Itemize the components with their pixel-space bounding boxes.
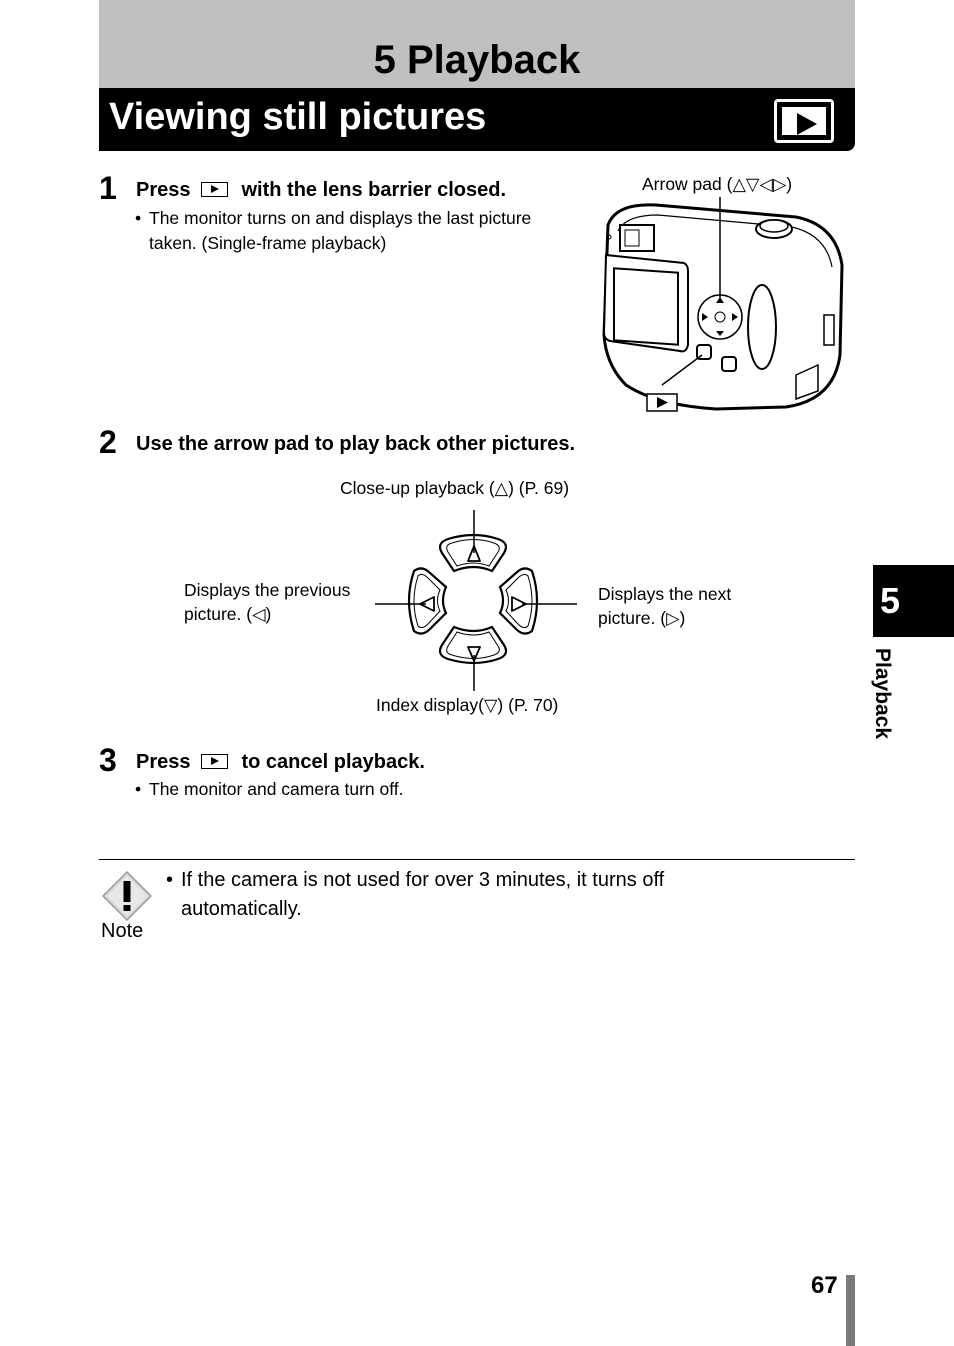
step-3-bullet: • The monitor and camera turn off.	[135, 779, 404, 799]
playback-button-icon	[200, 754, 228, 769]
note-label: Note	[101, 920, 144, 942]
right-label-line1: Displays the next	[598, 584, 732, 604]
step-3-text-after: to cancel playback.	[241, 751, 425, 773]
step-1-bullet: • The monitor turns on and displays the l…	[135, 206, 531, 256]
step-1-text-after: with the lens barrier closed.	[241, 179, 507, 201]
arrow-pad-up-button	[438, 533, 508, 573]
step-1-bullet-line1: The monitor turns on and displays the la…	[149, 208, 532, 228]
page-edge-bar	[846, 1275, 855, 1346]
section-title: Viewing still pictures	[109, 96, 487, 138]
page-number: 67	[811, 1272, 838, 1299]
down-button-label: Index display(▽) (P. 70)	[376, 695, 559, 715]
side-tab-number: 5	[880, 580, 901, 621]
left-button-label: Displays the previous picture. (◁)	[184, 578, 350, 626]
note-divider	[99, 859, 855, 860]
step-2-instruction: Use the arrow pad to play back other pic…	[136, 433, 576, 455]
step-2-number: 2	[99, 424, 117, 460]
chapter-title: 5 Playback	[373, 38, 581, 82]
right-button-label: Displays the next picture. (▷)	[598, 582, 731, 630]
step-1-number: 1	[99, 170, 117, 206]
step-1-bullet-line2: taken. (Single-frame playback)	[149, 233, 387, 253]
arrow-pad-down-button	[438, 625, 508, 665]
step-1-text-before: Press	[136, 179, 191, 201]
step-3-bullet-line1: The monitor and camera turn off.	[149, 779, 404, 799]
right-label-line2: picture. (▷)	[598, 608, 686, 628]
note-bullet: •	[166, 869, 174, 891]
playback-icon	[774, 99, 834, 143]
warning-icon	[101, 870, 153, 922]
step-3-instruction: Press to cancel playback.	[136, 751, 425, 774]
camera-illustration	[602, 197, 844, 412]
up-button-label: Close-up playback (△) (P. 69)	[340, 478, 570, 498]
step-3-number: 3	[99, 742, 117, 778]
left-label-line1: Displays the previous	[184, 580, 351, 600]
left-label-line2: picture. (◁)	[184, 604, 272, 624]
step-1-instruction: Press with the lens barrier closed.	[136, 179, 506, 202]
arrow-pad-diagram	[375, 510, 577, 691]
note-line1: If the camera is not used for over 3 min…	[181, 869, 665, 891]
playback-button-icon	[200, 182, 228, 197]
note-line2: automatically.	[181, 898, 302, 920]
arrow-pad-left-button	[407, 567, 448, 635]
step-3-text-before: Press	[136, 751, 191, 773]
arrow-pad-right-button	[498, 567, 539, 635]
arrow-pad-label: Arrow pad (△▽◁▷)	[642, 174, 793, 194]
side-tab-label: Playback	[871, 648, 894, 740]
note-text: • If the camera is not used for over 3 mi…	[166, 866, 664, 924]
